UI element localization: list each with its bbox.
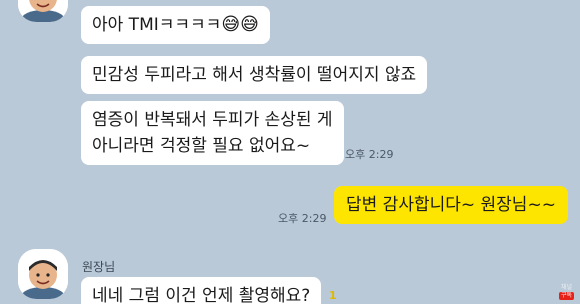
message-text: 네네 그럼 이건 언제 촬영해요?	[92, 286, 311, 304]
sender-name: 원장님	[82, 260, 116, 274]
message-timestamp: 오후 2:29	[345, 148, 394, 161]
message-bubble[interactable]: 염증이 반복돼서 두피가 손상된 게 아니라면 걱정할 필요 없어요~	[81, 101, 344, 165]
message-timestamp: 오후 2:29	[278, 212, 327, 225]
my-message-bubble[interactable]: 답변 감사합니다~ 원장님~~	[334, 186, 568, 224]
unread-count: 1	[329, 289, 337, 302]
message-text: 민감성 두피라고 해서 생착률이 떨어지지 않죠	[92, 65, 417, 85]
message-text: 아아 TMIㅋㅋㅋㅋ	[92, 15, 222, 35]
message-bubble[interactable]: 민감성 두피라고 해서 생착률이 떨어지지 않죠	[81, 56, 428, 94]
message-bubble[interactable]: 아아 TMIㅋㅋㅋㅋ😅😅	[81, 6, 270, 44]
message-text-line: 아니라면 걱정할 필요 없어요~	[92, 136, 311, 156]
message-text-line: 염증이 반복돼서 두피가 손상된 게	[92, 110, 333, 130]
subscribe-badge[interactable]: 구독	[558, 292, 574, 300]
channel-watermark: 채널 구독	[558, 284, 574, 300]
message-bubble[interactable]: 네네 그럼 이건 언제 촬영해요?	[81, 277, 322, 304]
sweat-smile-emoji-icon: 😅😅	[221, 14, 259, 35]
doctor-avatar-icon[interactable]	[18, 249, 68, 299]
watermark-channel: 채널	[560, 284, 572, 291]
doctor-avatar-icon[interactable]	[18, 0, 68, 22]
message-text: 답변 감사합니다~ 원장님~~	[346, 195, 556, 215]
